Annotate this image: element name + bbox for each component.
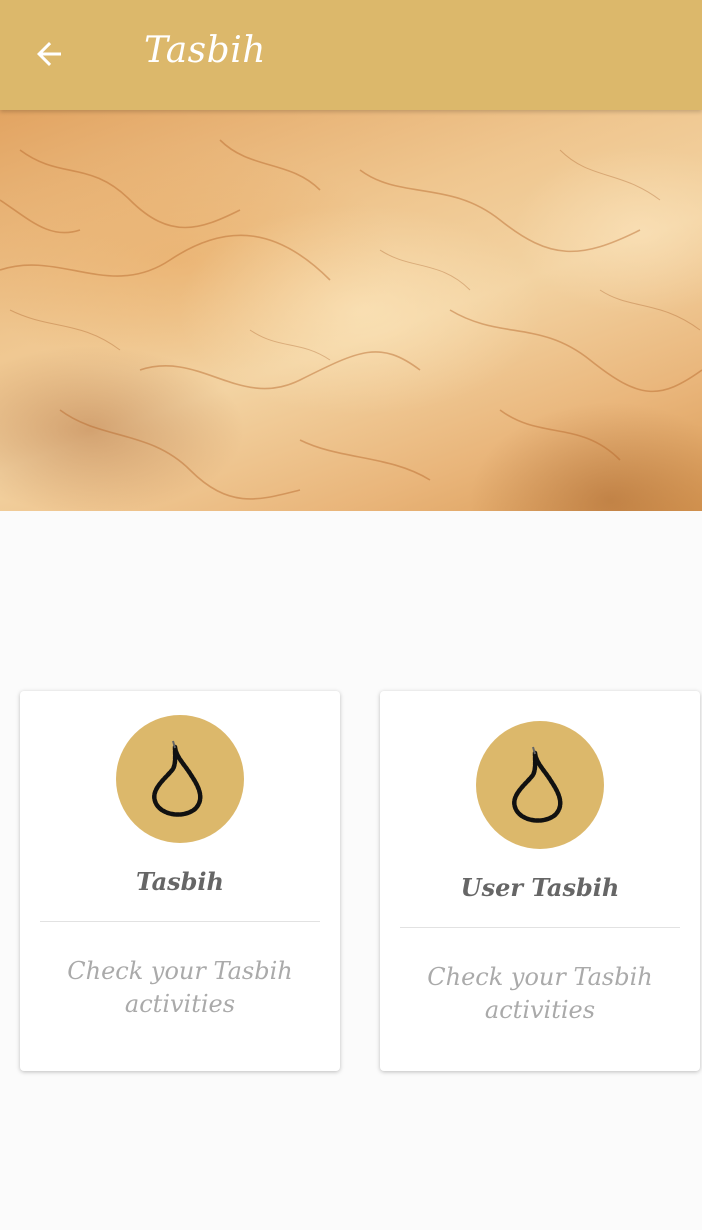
card-subtitle: Check your Tasbih activities	[67, 957, 293, 1018]
app-bar: Tasbih	[0, 0, 702, 110]
tasbih-icon-circle	[116, 715, 244, 843]
user-tasbih-card[interactable]: User Tasbih Check your Tasbih activities	[380, 691, 700, 1071]
back-button[interactable]	[28, 33, 70, 75]
prayer-beads-icon	[152, 740, 203, 817]
user-tasbih-icon-circle	[476, 721, 604, 849]
banner-image	[0, 110, 702, 511]
divider	[400, 927, 680, 928]
divider	[40, 921, 320, 922]
tasbih-card[interactable]: Tasbih Check your Tasbih activities	[20, 691, 340, 1071]
card-title: Tasbih	[136, 867, 224, 896]
card-title: User Tasbih	[460, 873, 620, 902]
page-title: Tasbih	[144, 30, 266, 71]
card-subtitle: Check your Tasbih activities	[427, 963, 653, 1024]
prayer-beads-icon	[512, 746, 563, 823]
arrow-left-icon	[37, 42, 61, 66]
